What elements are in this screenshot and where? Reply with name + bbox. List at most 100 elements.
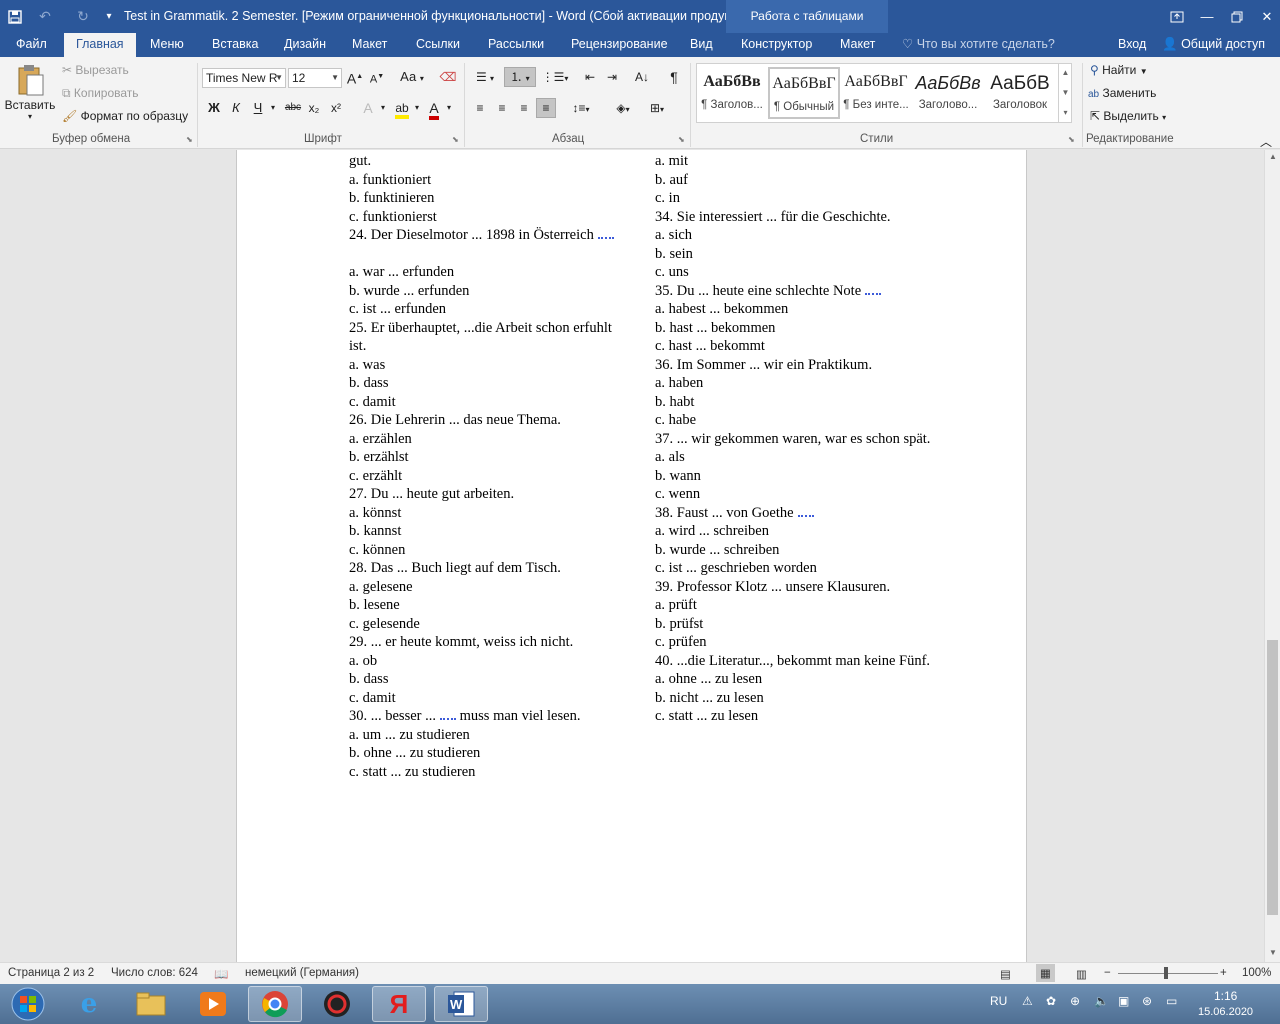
document-text-line[interactable]: 30. ... besser ... muss man viel lesen.: [349, 708, 580, 725]
borders-icon[interactable]: ⊞▾: [642, 99, 672, 119]
document-text-line[interactable]: c. ist ... erfunden: [349, 301, 446, 318]
tell-me-box[interactable]: ♡ Что вы хотите сделать?: [902, 33, 1055, 57]
tab-mailings[interactable]: Рассылки: [486, 33, 546, 57]
spelling-underline[interactable]: [440, 712, 456, 720]
change-case-button[interactable]: Аа ▾: [396, 68, 428, 88]
document-text-line[interactable]: c. statt ... zu studieren: [349, 764, 475, 781]
align-center-icon[interactable]: ≡: [492, 99, 512, 119]
multilevel-list-icon[interactable]: ⋮☰▾: [540, 68, 570, 88]
document-text-line[interactable]: a. gelesene: [349, 579, 413, 596]
styles-dialog-launcher-icon[interactable]: ⬊: [1068, 135, 1075, 144]
text-effects-dropdown-icon[interactable]: ▾: [378, 99, 388, 119]
warning-tray-icon[interactable]: ⚠: [1022, 994, 1033, 1008]
document-text-line[interactable]: a. prüft: [655, 597, 697, 614]
tab-insert[interactable]: Вставка: [210, 33, 260, 57]
ribbon-display-options-icon[interactable]: [1162, 0, 1192, 33]
font-color-dropdown-icon[interactable]: ▾: [444, 99, 454, 119]
document-text-line[interactable]: c. erzählt: [349, 468, 402, 485]
document-text-line[interactable]: b. erzählst: [349, 449, 409, 466]
document-text-line[interactable]: c. prüfen: [655, 634, 707, 651]
scroll-up-icon[interactable]: ▲: [1265, 150, 1280, 164]
document-text-line[interactable]: b. wann: [655, 468, 701, 485]
tab-home[interactable]: Главная: [64, 33, 136, 57]
document-text-line[interactable]: a. um ... zu studieren: [349, 727, 470, 744]
document-text-line[interactable]: 25. Er überhauptet, ...die Arbeit schon …: [349, 320, 612, 337]
document-text-line[interactable]: c. in: [655, 190, 680, 207]
zoom-slider-thumb[interactable]: [1164, 967, 1168, 979]
decrease-indent-icon[interactable]: ⇤: [580, 68, 600, 88]
proofing-icon[interactable]: 📖: [214, 967, 228, 981]
document-text-line[interactable]: a. war ... erfunden: [349, 264, 454, 281]
document-text-line[interactable]: c. funktionierst: [349, 209, 437, 226]
zoom-out-icon[interactable]: −: [1104, 967, 1111, 979]
text-effects-icon[interactable]: A: [358, 99, 378, 119]
scroll-down-icon[interactable]: ▼: [1265, 946, 1280, 960]
document-text-line[interactable]: a. sich: [655, 227, 692, 244]
grow-font-button[interactable]: A▲: [346, 68, 364, 88]
network-tray-icon[interactable]: ⊕: [1070, 994, 1080, 1008]
bold-button[interactable]: Ж: [204, 99, 224, 119]
document-text-line[interactable]: ist.: [349, 338, 366, 355]
copy-button[interactable]: ⧉ Копировать: [62, 86, 139, 101]
document-text-line[interactable]: 34. Sie interessiert ... für die Geschic…: [655, 209, 891, 226]
cut-button[interactable]: ✂ Вырезать: [62, 63, 129, 77]
close-button[interactable]: ✕: [1252, 0, 1280, 33]
bullets-icon[interactable]: ☰ ▾: [470, 68, 500, 88]
tab-file[interactable]: Файл: [14, 33, 49, 57]
document-text-line[interactable]: 40. ...die Literatur..., bekommt man kei…: [655, 653, 930, 670]
styles-scroll[interactable]: ▲ ▼ ▾: [1058, 63, 1072, 123]
shrink-font-button[interactable]: A▼: [368, 68, 386, 88]
document-text-line[interactable]: b. kannst: [349, 523, 401, 540]
document-text-line[interactable]: 26. Die Lehrerin ... das neue Thema.: [349, 412, 561, 429]
monitor-tray-icon[interactable]: ▣: [1118, 994, 1129, 1008]
document-text-line[interactable]: b. nicht ... zu lesen: [655, 690, 764, 707]
align-right-icon[interactable]: ≡: [514, 99, 534, 119]
replace-button[interactable]: ab Заменить: [1088, 86, 1156, 100]
zoom-level[interactable]: 100%: [1242, 967, 1271, 979]
format-painter-button[interactable]: 🖌 Формат по образцу: [62, 109, 188, 123]
redo-icon[interactable]: ↻: [70, 0, 96, 33]
clock-time[interactable]: 1:16: [1214, 989, 1237, 1003]
share-button[interactable]: 👤 Общий доступ: [1162, 33, 1265, 56]
tab-references[interactable]: Ссылки: [414, 33, 462, 57]
document-text-line[interactable]: a. haben: [655, 375, 703, 392]
pilcrow-icon[interactable]: ¶: [664, 68, 684, 88]
justify-icon[interactable]: ≡: [536, 98, 556, 118]
zoom-slider[interactable]: [1118, 973, 1218, 974]
document-text-line[interactable]: a. funktioniert: [349, 172, 431, 189]
select-button[interactable]: ⇱ Выделить ▾: [1090, 109, 1166, 123]
document-text-line[interactable]: b. dass: [349, 375, 388, 392]
line-spacing-icon[interactable]: ↕≡▾: [566, 99, 596, 119]
superscript-button[interactable]: x²: [326, 99, 346, 119]
game-app-icon[interactable]: [310, 986, 364, 1022]
highlight-dropdown-icon[interactable]: ▾: [412, 99, 422, 119]
document-text-line[interactable]: b. sein: [655, 246, 693, 263]
subscript-button[interactable]: x₂: [304, 99, 324, 119]
document-text-line[interactable]: b. habt: [655, 394, 694, 411]
document-text-line[interactable]: 36. Im Sommer ... wir ein Praktikum.: [655, 357, 872, 374]
underline-button[interactable]: Ч: [248, 99, 268, 119]
document-text-line[interactable]: c. gelesende: [349, 616, 420, 633]
yandex-browser-icon[interactable]: Я: [372, 986, 426, 1022]
tab-menu[interactable]: Меню: [148, 33, 186, 57]
document-text-line[interactable]: b. lesene: [349, 597, 400, 614]
collapse-ribbon-icon[interactable]: ︿: [1260, 133, 1272, 150]
tab-layout[interactable]: Макет: [350, 33, 389, 57]
clock-date[interactable]: 15.06.2020: [1198, 1006, 1253, 1018]
chrome-icon[interactable]: [248, 986, 302, 1022]
clear-formatting-icon[interactable]: ⌫: [438, 68, 458, 88]
document-text-line[interactable]: 29. ... er heute kommt, weiss ich nicht.: [349, 634, 573, 651]
media-player-icon[interactable]: [186, 986, 240, 1022]
document-text-line[interactable]: a. könnst: [349, 505, 401, 522]
strikethrough-button[interactable]: abc: [282, 99, 304, 119]
document-text-line[interactable]: c. ist ... geschrieben worden: [655, 560, 817, 577]
font-dialog-launcher-icon[interactable]: ⬊: [452, 135, 459, 144]
document-text-line[interactable]: a. was: [349, 357, 385, 374]
document-text-line[interactable]: c. hast ... bekommt: [655, 338, 765, 355]
document-text-line[interactable]: 35. Du ... heute eine schlechte Note: [655, 283, 882, 300]
restore-button[interactable]: [1222, 0, 1252, 33]
word-count[interactable]: Число слов: 624: [111, 967, 198, 979]
document-text-line[interactable]: a. wird ... schreiben: [655, 523, 769, 540]
document-text-line[interactable]: gut.: [349, 153, 371, 170]
document-text-line[interactable]: b. wurde ... schreiben: [655, 542, 779, 559]
